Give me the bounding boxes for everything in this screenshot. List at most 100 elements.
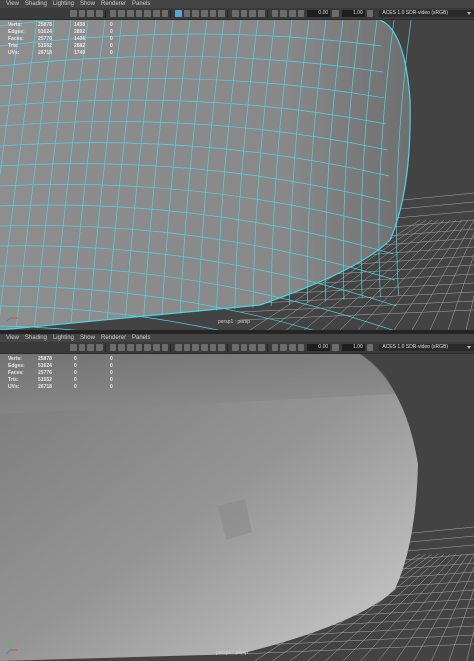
- camera-name-label: persp1 : persp: [216, 650, 248, 656]
- use-default-material-icon[interactable]: [192, 10, 200, 17]
- image-plane-icon[interactable]: [95, 10, 103, 17]
- hud-v3: 0: [110, 377, 113, 383]
- motion-blur-icon[interactable]: [240, 10, 248, 17]
- gamma-field[interactable]: 1.00: [341, 344, 365, 351]
- gamma-field[interactable]: 1.00: [341, 10, 365, 17]
- menu-shading[interactable]: Shading: [25, 334, 47, 342]
- menu-panels[interactable]: Panels: [132, 334, 150, 342]
- grid-toggle-icon[interactable]: [109, 10, 117, 17]
- exposure-field[interactable]: 0.00: [307, 10, 331, 17]
- safe-action-icon[interactable]: [152, 344, 160, 351]
- use-default-material-icon[interactable]: [192, 344, 200, 351]
- hud-label: UVs:: [8, 384, 20, 390]
- toolbar-separator: [227, 343, 229, 352]
- gate-mask-icon[interactable]: [135, 344, 143, 351]
- panel-toolbar: 0.00 1.00 ACES 1.0 SDR-video (sRGB): [0, 342, 474, 354]
- xray-joints-icon[interactable]: [288, 10, 296, 17]
- 3d-viewport[interactable]: persp1 : persp: [0, 354, 474, 661]
- hud-v2: 0: [74, 370, 77, 376]
- depth-of-field-icon[interactable]: [257, 344, 265, 351]
- hud-v3: 0: [110, 356, 113, 362]
- menu-renderer[interactable]: Renderer: [101, 334, 126, 342]
- menu-shading[interactable]: Shading: [25, 0, 47, 8]
- hud-v1: 51552: [38, 377, 52, 383]
- xray-joints-icon[interactable]: [288, 344, 296, 351]
- viewport-panel-top[interactable]: View Shading Lighting Show Renderer Pane…: [0, 0, 474, 330]
- poly-count-hud: Verts: 25878 0 0 Edges: 51624 0 0 Faces: 25776 0 0 T…: [8, 356, 130, 391]
- resolution-gate-icon[interactable]: [126, 344, 134, 351]
- gamma-icon[interactable]: [332, 10, 339, 17]
- field-chart-icon[interactable]: [144, 10, 151, 17]
- isolate-select-icon[interactable]: [271, 344, 279, 351]
- isolate-select-icon[interactable]: [271, 10, 279, 17]
- grid-toggle-icon[interactable]: [109, 344, 117, 351]
- mesh-object[interactable]: [0, 354, 418, 661]
- safe-action-icon[interactable]: [152, 10, 160, 17]
- gamma-icon[interactable]: [332, 344, 339, 351]
- hud-label: Verts:: [8, 356, 22, 362]
- menu-view[interactable]: View: [6, 0, 19, 8]
- field-chart-icon[interactable]: [144, 344, 151, 351]
- menu-renderer[interactable]: Renderer: [101, 0, 126, 8]
- film-gate-icon[interactable]: [118, 344, 125, 351]
- exposure-field[interactable]: 0.00: [307, 344, 331, 351]
- hud-v1: 26718: [38, 50, 52, 56]
- bookmark-icon[interactable]: [87, 344, 94, 351]
- shadows-icon[interactable]: [218, 10, 226, 17]
- gate-mask-icon[interactable]: [135, 10, 143, 17]
- exposure-icon[interactable]: [297, 344, 305, 351]
- hud-v2: 2892: [74, 29, 86, 35]
- lights-icon[interactable]: [209, 10, 217, 17]
- anti-aliasing-icon[interactable]: [249, 10, 256, 17]
- grid-line: [429, 232, 474, 330]
- viewport-canvas[interactable]: [0, 354, 474, 661]
- hud-label: Tris:: [8, 43, 19, 49]
- mesh-object[interactable]: [0, 20, 412, 330]
- hud-v1: 25878: [38, 22, 52, 28]
- textured-icon[interactable]: [201, 10, 208, 17]
- xray-icon[interactable]: [280, 10, 287, 17]
- camera-attributes-icon[interactable]: [78, 344, 86, 351]
- select-camera-icon[interactable]: [70, 10, 77, 17]
- image-plane-icon[interactable]: [95, 344, 103, 351]
- xray-icon[interactable]: [280, 344, 287, 351]
- shadows-icon[interactable]: [218, 344, 226, 351]
- 3d-viewport[interactable]: persp1 : persp: [0, 20, 474, 330]
- viewport-canvas[interactable]: [0, 20, 474, 330]
- hud-v3: 0: [110, 36, 113, 42]
- textured-icon[interactable]: [201, 344, 208, 351]
- select-camera-icon[interactable]: [70, 344, 77, 351]
- menu-show[interactable]: Show: [80, 0, 95, 8]
- hud-stat-row: Edges: 51624 2892 0: [8, 29, 130, 36]
- menu-panels[interactable]: Panels: [132, 0, 150, 8]
- bookmark-icon[interactable]: [87, 10, 94, 17]
- film-gate-icon[interactable]: [118, 10, 125, 17]
- menu-lighting[interactable]: Lighting: [53, 334, 74, 342]
- wireframe-on-shaded-icon[interactable]: [175, 10, 182, 17]
- smooth-shade-icon[interactable]: [183, 344, 191, 351]
- resolution-gate-icon[interactable]: [126, 10, 134, 17]
- viewport-panel-bottom[interactable]: View Shading Lighting Show Renderer Pane…: [0, 334, 474, 661]
- depth-of-field-icon[interactable]: [257, 10, 265, 17]
- menu-lighting[interactable]: Lighting: [53, 0, 74, 8]
- color-management-icon[interactable]: [366, 10, 374, 17]
- ambient-occlusion-icon[interactable]: [232, 344, 239, 351]
- color-management-icon[interactable]: [366, 344, 374, 351]
- menu-show[interactable]: Show: [80, 334, 95, 342]
- safe-title-icon[interactable]: [161, 10, 169, 17]
- ambient-occlusion-icon[interactable]: [232, 10, 239, 17]
- wireframe-on-shaded-icon[interactable]: [175, 344, 182, 351]
- motion-blur-icon[interactable]: [240, 344, 248, 351]
- view-transform-dropdown[interactable]: ACES 1.0 SDR-video (sRGB): [379, 344, 474, 351]
- camera-attributes-icon[interactable]: [78, 10, 86, 17]
- menu-view[interactable]: View: [6, 334, 19, 342]
- safe-title-icon[interactable]: [161, 344, 169, 351]
- smooth-shade-icon[interactable]: [183, 10, 191, 17]
- view-transform-dropdown[interactable]: ACES 1.0 SDR-video (sRGB): [379, 10, 474, 17]
- anti-aliasing-icon[interactable]: [249, 344, 256, 351]
- mesh-surface[interactable]: [0, 20, 411, 330]
- lights-icon[interactable]: [209, 344, 217, 351]
- poly-count-hud: Verts: 25878 1458 0 Edges: 51624 2892 0 Faces: 25…: [8, 22, 130, 57]
- hud-v2: 0: [74, 356, 77, 362]
- exposure-icon[interactable]: [297, 10, 305, 17]
